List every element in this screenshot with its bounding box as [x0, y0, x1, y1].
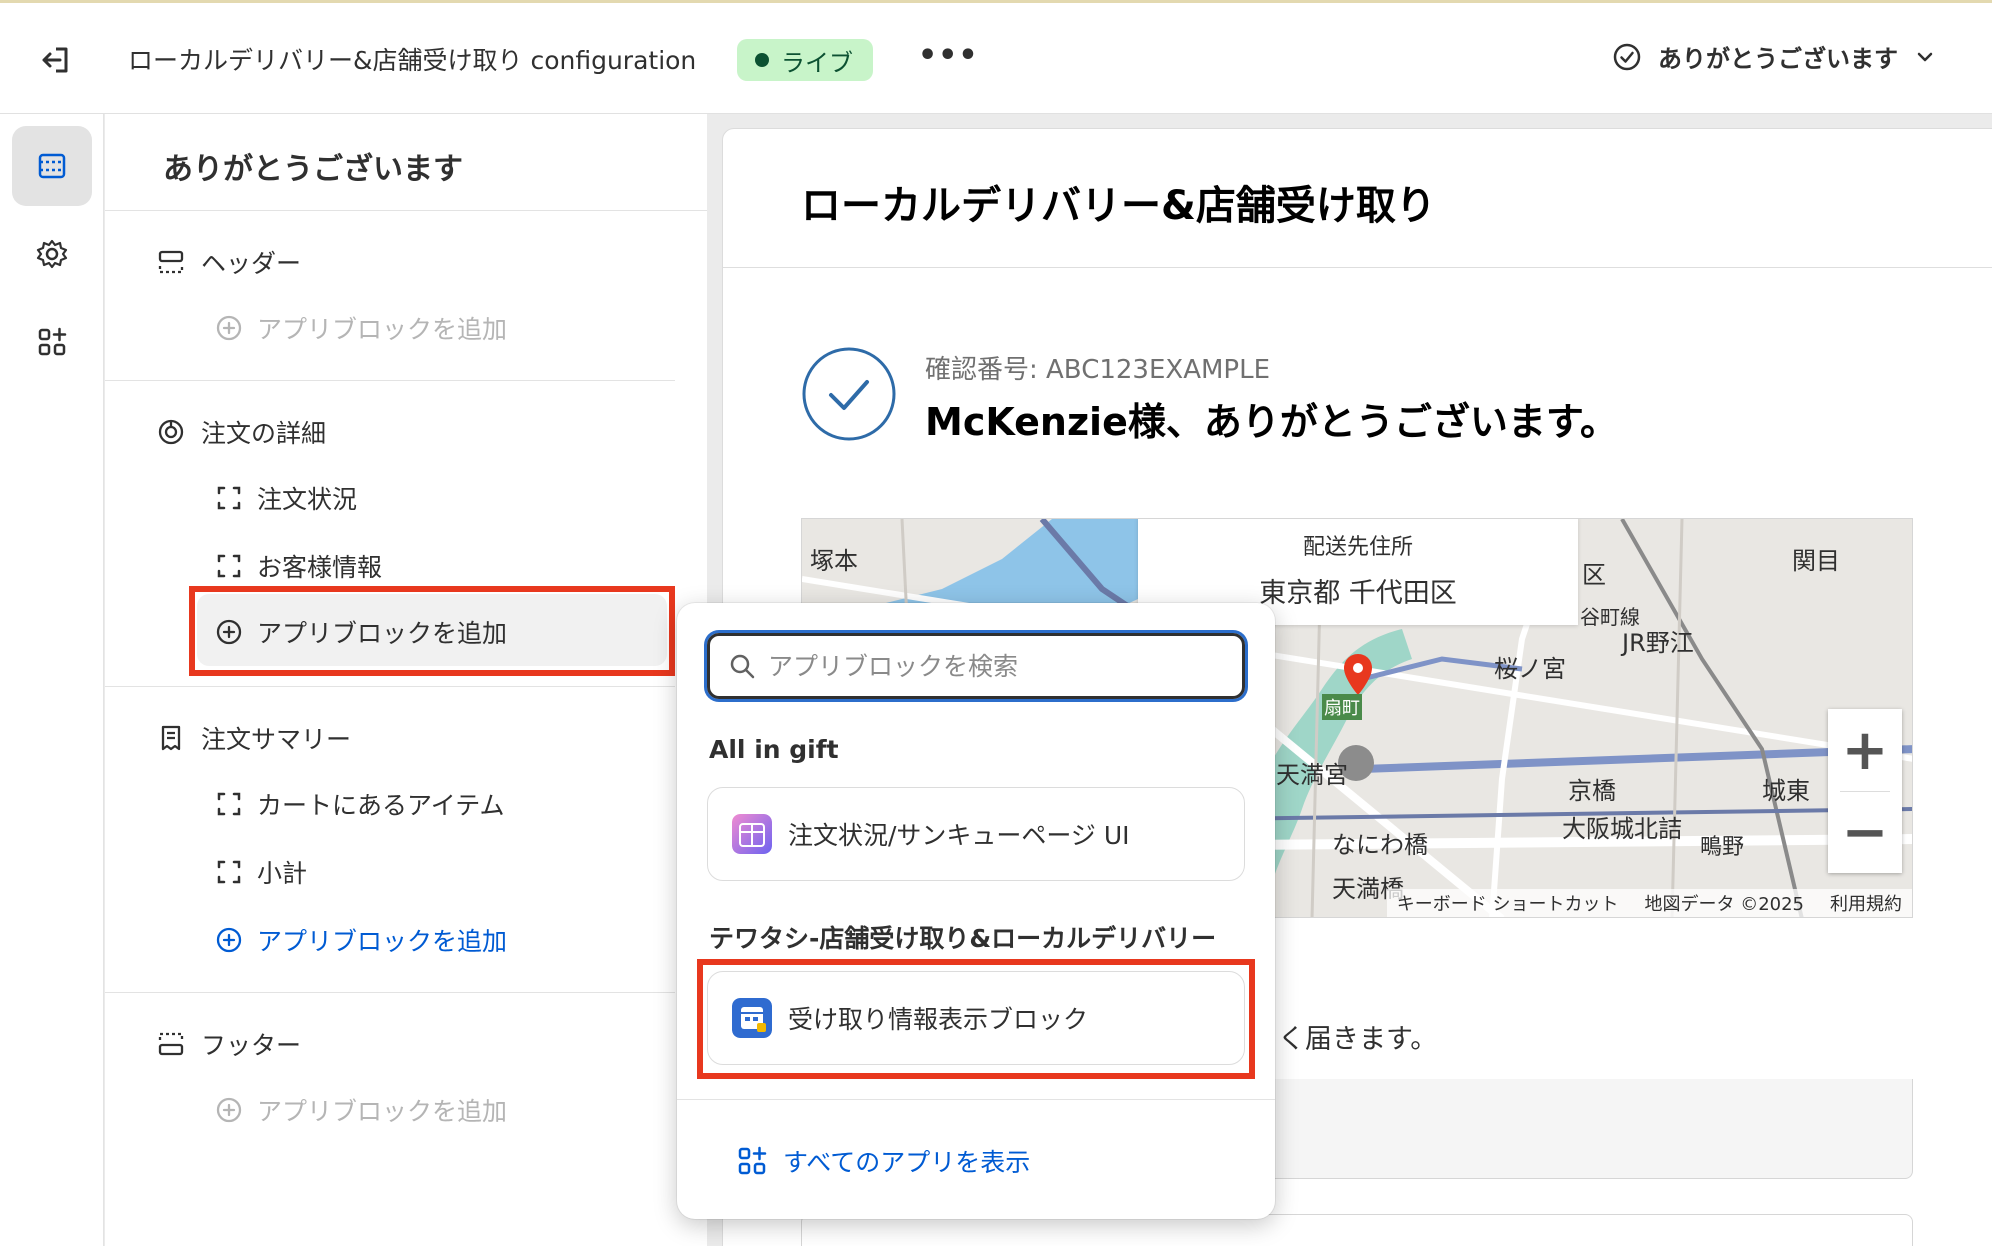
app-group-name: All in gift	[709, 735, 839, 764]
block-subtotal[interactable]: 小計	[215, 854, 307, 890]
add-app-block-header[interactable]: アプリブロックを追加	[215, 310, 507, 346]
delivery-text: く届きます。	[1278, 1024, 1438, 1055]
confirmation-number: 確認番号: ABC123EXAMPLE	[925, 355, 1271, 385]
footer-section-icon	[158, 1032, 184, 1056]
plus-circle-icon	[216, 315, 242, 341]
settings-rail-button[interactable]	[12, 214, 92, 294]
divider	[723, 267, 1992, 268]
map-place-label: 天満宮	[1276, 761, 1348, 789]
more-actions-button[interactable]: •••	[918, 41, 978, 79]
block-icon	[217, 860, 241, 884]
map-place-label: 城東	[1762, 777, 1810, 805]
section-footer-label: フッター	[201, 1031, 302, 1060]
show-all-apps-link[interactable]: すべてのアプリを表示	[737, 1143, 1030, 1179]
map-place-label: 鴫野	[1700, 835, 1745, 860]
page-selector-label: ありがとうございます	[1658, 45, 1898, 73]
check-circle-icon	[1613, 43, 1641, 70]
app-block-search	[707, 633, 1245, 699]
map-zoom-controls: + −	[1828, 709, 1902, 873]
section-header[interactable]: ヘッダー	[157, 244, 301, 280]
search-input[interactable]	[768, 651, 1208, 681]
highlight-box	[697, 959, 1255, 1079]
show-all-apps-label: すべてのアプリを表示	[783, 1148, 1031, 1177]
app-title: ローカルデリバリー&店舗受け取り configuration	[128, 46, 697, 75]
plus-circle-icon	[216, 927, 242, 953]
section-order-details-label: 注文の詳細	[201, 419, 327, 448]
sections-sidebar: ありがとうございます ヘッダー アプリブロックを追加 注文の詳細 注文状況 お客…	[105, 114, 707, 1246]
section-order-details[interactable]: 注文の詳細	[157, 414, 326, 450]
chevron-down-icon	[1917, 52, 1933, 61]
receipt-icon	[161, 725, 181, 751]
map-place-label: 関目	[1792, 547, 1840, 575]
success-check-icon	[801, 346, 897, 442]
map-place-label: 扇町	[1322, 694, 1362, 720]
add-app-block-label: アプリブロックを追加	[257, 315, 508, 344]
section-order-summary-label: 注文サマリー	[201, 725, 352, 754]
sidebar-heading: ありがとうございます	[163, 152, 463, 187]
block-customer-info[interactable]: お客様情報	[215, 548, 382, 584]
apps-rail-button[interactable]	[12, 302, 92, 382]
thank-you-heading: McKenzie様、ありがとうございます。	[925, 400, 1619, 444]
map-place-label: 塚本	[810, 547, 858, 575]
preview-shop-title: ローカルデリバリー&店舗受け取り	[801, 183, 1436, 229]
add-app-block-label: アプリブロックを追加	[257, 1097, 508, 1126]
map-place-label: 大阪城北詰	[1562, 815, 1682, 843]
app-group-name: テワタシ-店舗受け取り&ローカルデリバリー	[709, 924, 1217, 953]
all-in-gift-icon	[732, 814, 772, 854]
block-customer-info-label: お客様情報	[257, 553, 383, 582]
block-order-status[interactable]: 注文状況	[215, 480, 357, 516]
sections-rail-button[interactable]	[12, 126, 92, 206]
apps-icon	[38, 327, 67, 356]
status-dot-icon	[755, 53, 769, 67]
exit-icon[interactable]	[36, 41, 74, 79]
zoom-in-button[interactable]: +	[1828, 709, 1902, 791]
map-place-label: 谷町線	[1580, 605, 1640, 629]
app-block-picker: All in gift 注文状況/サンキューページ UI テワタシ-店舗受け取り…	[677, 603, 1275, 1219]
divider	[105, 686, 675, 687]
status-badge-label: ライブ	[781, 48, 853, 77]
map-place-label: 京橋	[1568, 777, 1616, 805]
page-selector[interactable]: ありがとうございます	[1612, 39, 1936, 74]
divider	[677, 1099, 1275, 1100]
block-cart-items-label: カートにあるアイテム	[257, 791, 505, 820]
app-block-item-order-status-ui[interactable]: 注文状況/サンキューページ UI	[707, 787, 1245, 881]
block-cart-items[interactable]: カートにあるアイテム	[215, 786, 505, 822]
search-icon	[730, 654, 755, 679]
add-app-block-footer[interactable]: アプリブロックを追加	[215, 1092, 507, 1128]
left-rail	[0, 114, 104, 1246]
keyboard-shortcuts-link[interactable]: キーボード ショートカット	[1397, 890, 1619, 916]
divider	[105, 380, 675, 381]
apps-icon	[738, 1146, 767, 1175]
section-footer[interactable]: フッター	[157, 1026, 301, 1062]
block-icon	[217, 486, 241, 510]
block-order-status-label: 注文状況	[257, 485, 358, 514]
map-data-text: 地図データ ©2025	[1644, 894, 1804, 915]
terms-link[interactable]: 利用規約	[1830, 890, 1902, 916]
block-subtotal-label: 小計	[257, 859, 308, 888]
order-details-icon	[158, 419, 184, 445]
status-badge: ライブ	[737, 39, 873, 81]
block-icon	[217, 792, 241, 816]
section-header-label: ヘッダー	[201, 249, 302, 278]
map-place-label: 区	[1582, 561, 1606, 589]
highlight-box	[189, 586, 675, 676]
plus-circle-icon	[216, 1097, 242, 1123]
address-callout-title: 配送先住所	[1302, 535, 1413, 560]
gear-icon	[36, 239, 68, 269]
zoom-out-button[interactable]: −	[1828, 791, 1902, 873]
sections-icon	[38, 153, 66, 179]
map-attribution: キーボード ショートカット 地図データ ©2025 利用規約	[1386, 889, 1912, 917]
add-app-block-order-summary[interactable]: アプリブロックを追加	[215, 922, 507, 958]
divider	[105, 210, 707, 211]
divider	[105, 992, 675, 993]
map-place-label: なにわ橋	[1332, 831, 1428, 859]
map-place-label: 桜ノ宮	[1494, 655, 1566, 683]
block-icon	[217, 554, 241, 578]
section-order-summary[interactable]: 注文サマリー	[157, 720, 351, 756]
header-section-icon	[158, 250, 184, 274]
top-bar: ローカルデリバリー&店舗受け取り configuration ライブ ••• あ…	[0, 0, 1992, 114]
add-app-block-label: アプリブロックを追加	[257, 927, 508, 956]
app-block-item-label: 注文状況/サンキューページ UI	[788, 821, 1130, 850]
